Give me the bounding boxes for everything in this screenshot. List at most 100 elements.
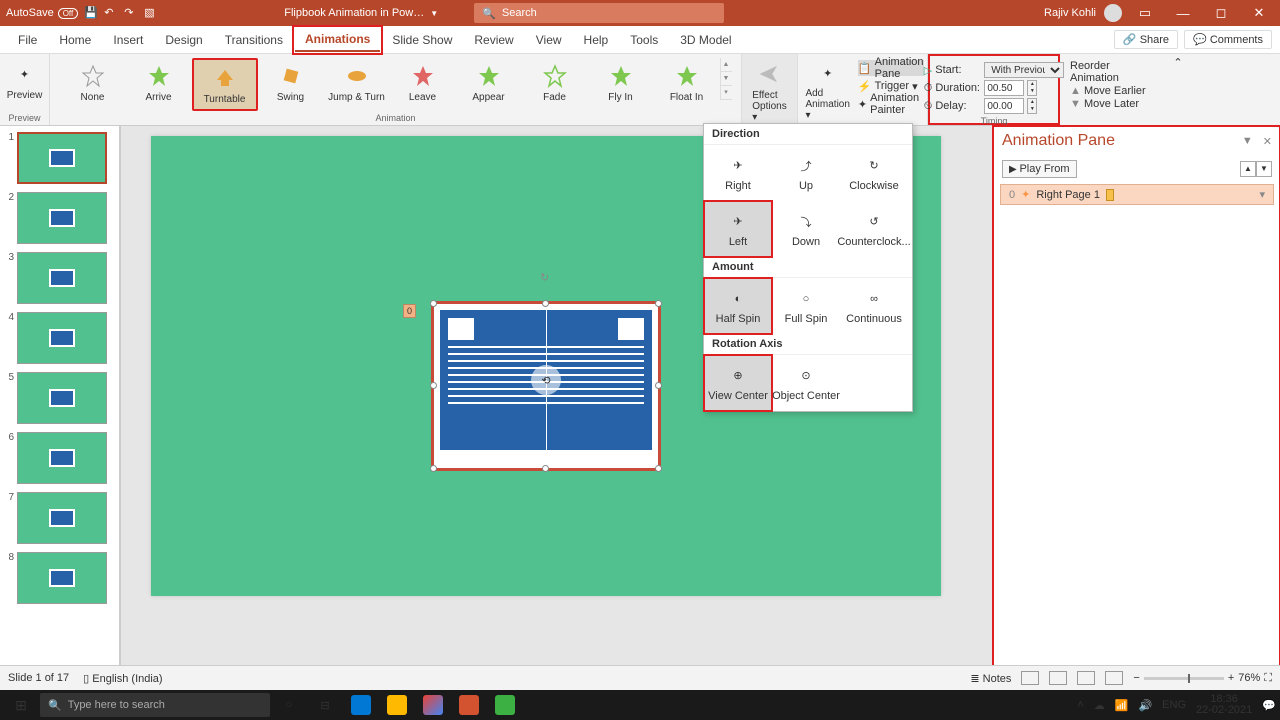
- startshow-icon[interactable]: ▧: [144, 6, 158, 20]
- duration-spinner[interactable]: ▲▼: [1027, 80, 1037, 96]
- anim-none[interactable]: None: [60, 58, 126, 107]
- sorter-view-icon[interactable]: [1049, 671, 1067, 685]
- duration-input[interactable]: [984, 80, 1024, 96]
- amount-continuous[interactable]: ∞Continuous: [840, 278, 908, 334]
- cortana-icon[interactable]: ○: [272, 690, 306, 720]
- reading-view-icon[interactable]: [1077, 671, 1095, 685]
- thumb-1[interactable]: [17, 132, 107, 184]
- zoom-control[interactable]: −+ 76% ⛶: [1133, 672, 1272, 685]
- onedrive-icon[interactable]: ☁: [1094, 699, 1105, 712]
- thumb-5[interactable]: [17, 372, 107, 424]
- notes-button[interactable]: ≣ Notes: [970, 672, 1011, 685]
- tab-home[interactable]: Home: [49, 29, 101, 51]
- wifi-icon[interactable]: 📶: [1115, 699, 1129, 712]
- language-tray[interactable]: ENG: [1162, 699, 1186, 711]
- anim-appear[interactable]: Appear: [456, 58, 522, 107]
- thumb-4[interactable]: [17, 312, 107, 364]
- pane-options-icon[interactable]: ▼: [1242, 135, 1253, 147]
- direction-up[interactable]: ⤴Up: [772, 145, 840, 201]
- tab-insert[interactable]: Insert: [103, 29, 153, 51]
- thumb-7[interactable]: [17, 492, 107, 544]
- minimize-button[interactable]: —: [1168, 6, 1198, 21]
- selected-shape-book[interactable]: ⟲: [431, 301, 661, 471]
- normal-view-icon[interactable]: [1021, 671, 1039, 685]
- delay-input[interactable]: [984, 98, 1024, 114]
- thumb-3[interactable]: [17, 252, 107, 304]
- anim-flyin[interactable]: Fly In: [588, 58, 654, 107]
- amount-fullspin[interactable]: ○Full Spin: [772, 278, 840, 334]
- thumb-8[interactable]: [17, 552, 107, 604]
- pane-close-icon[interactable]: ✕: [1263, 135, 1272, 148]
- ribbon-mode-icon[interactable]: ▭: [1130, 5, 1160, 21]
- anim-floatin[interactable]: Float In: [654, 58, 720, 107]
- collapse-ribbon-icon[interactable]: ⌃: [1170, 54, 1186, 69]
- undo-icon[interactable]: ↶: [104, 6, 118, 20]
- windows-taskbar[interactable]: ⊞ 🔍Type here to search ○ ⊟ ˄ ☁ 📶 🔊 ENG 1…: [0, 690, 1280, 720]
- slide-counter[interactable]: Slide 1 of 17: [8, 672, 69, 684]
- tab-file[interactable]: File: [8, 29, 47, 51]
- comments-button[interactable]: 💬 Comments: [1184, 30, 1272, 49]
- axis-viewcenter[interactable]: ⊕View Center: [704, 355, 772, 411]
- action-center-icon[interactable]: 💬: [1262, 699, 1276, 712]
- account-name[interactable]: Rajiv Kohli: [1044, 7, 1096, 19]
- direction-counterclockwise[interactable]: ↺Counterclock...: [840, 201, 908, 257]
- move-up-icon[interactable]: ▲: [1240, 161, 1256, 177]
- anim-swing[interactable]: Swing: [258, 58, 324, 107]
- thumb-2[interactable]: [17, 192, 107, 244]
- autosave-toggle[interactable]: AutoSave Off: [6, 7, 78, 19]
- explorer-icon[interactable]: [380, 690, 414, 720]
- camtasia-icon[interactable]: [488, 690, 522, 720]
- move-down-icon[interactable]: ▼: [1256, 161, 1272, 177]
- play-from-button[interactable]: ▶ Play From: [1002, 160, 1077, 178]
- tab-slideshow[interactable]: Slide Show: [382, 29, 462, 51]
- animation-order-tag[interactable]: 0: [403, 304, 416, 318]
- search-box[interactable]: 🔍 Search: [474, 3, 724, 23]
- redo-icon[interactable]: ↷: [124, 6, 138, 20]
- axis-objectcenter[interactable]: ⊙Object Center: [772, 355, 840, 411]
- fit-to-window-icon[interactable]: ⛶: [1264, 672, 1272, 685]
- delay-spinner[interactable]: ▲▼: [1027, 98, 1037, 114]
- direction-left[interactable]: ✈Left: [704, 201, 772, 257]
- amount-halfspin[interactable]: ◐Half Spin: [704, 278, 772, 334]
- gallery-scroll[interactable]: ▲▼▾: [720, 58, 732, 100]
- slideshow-view-icon[interactable]: [1105, 671, 1123, 685]
- maximize-button[interactable]: ◻: [1206, 5, 1236, 21]
- taskview-icon[interactable]: ⊟: [308, 690, 342, 720]
- anim-leave[interactable]: Leave: [390, 58, 456, 107]
- tab-transitions[interactable]: Transitions: [215, 29, 293, 51]
- avatar[interactable]: [1104, 4, 1122, 22]
- edge-icon[interactable]: [344, 690, 378, 720]
- anim-turntable[interactable]: Turntable: [192, 58, 258, 111]
- direction-down[interactable]: ⤵Down: [772, 201, 840, 257]
- anim-arrive[interactable]: Arrive: [126, 58, 192, 107]
- tab-3dmodel[interactable]: 3D Model: [670, 29, 741, 51]
- anim-fade[interactable]: Fade: [522, 58, 588, 107]
- thumb-6[interactable]: [17, 432, 107, 484]
- effect-options-button[interactable]: EffectOptions ▾: [746, 58, 792, 125]
- save-icon[interactable]: 💾: [84, 6, 98, 20]
- language-indicator[interactable]: ▯ English (India): [83, 672, 162, 685]
- anim-jumpturn[interactable]: Jump & Turn: [324, 58, 390, 107]
- start-button[interactable]: ⊞: [4, 690, 38, 720]
- preview-button[interactable]: ✦ Preview: [1, 58, 49, 103]
- tab-view[interactable]: View: [526, 29, 572, 51]
- add-animation-button[interactable]: ✦ AddAnimation ▾: [799, 58, 855, 123]
- timing-bar[interactable]: [1106, 189, 1114, 201]
- tab-tools[interactable]: Tools: [620, 29, 668, 51]
- tray-overflow-icon[interactable]: ˄: [1077, 699, 1083, 711]
- animation-gallery[interactable]: None Arrive Turntable Swing Jump & Turn …: [60, 58, 732, 111]
- tab-review[interactable]: Review: [464, 29, 523, 51]
- animation-pane-item[interactable]: 0 ✦ Right Page 1 ▾: [1000, 184, 1274, 205]
- share-button[interactable]: 🔗 Share: [1114, 30, 1178, 49]
- tab-design[interactable]: Design: [155, 29, 212, 51]
- volume-icon[interactable]: 🔊: [1138, 699, 1152, 712]
- tab-animations[interactable]: Animations: [295, 28, 380, 52]
- slide-thumbnails[interactable]: 1★ 2★ 3★ 4★ 5★ 6★ 7★ 8★: [0, 126, 120, 695]
- taskbar-search[interactable]: 🔍Type here to search: [40, 693, 270, 717]
- slide-editor[interactable]: 0 ↻ ⟲ Direction ✈Right ⤴Up ↻Clockwise: [120, 126, 993, 695]
- chrome-icon[interactable]: [416, 690, 450, 720]
- item-dropdown-icon[interactable]: ▾: [1259, 188, 1265, 201]
- direction-clockwise[interactable]: ↻Clockwise: [840, 145, 908, 201]
- start-select[interactable]: With Previous: [984, 62, 1064, 78]
- animation-pane-toggle[interactable]: 📋 Animation Pane: [858, 60, 924, 76]
